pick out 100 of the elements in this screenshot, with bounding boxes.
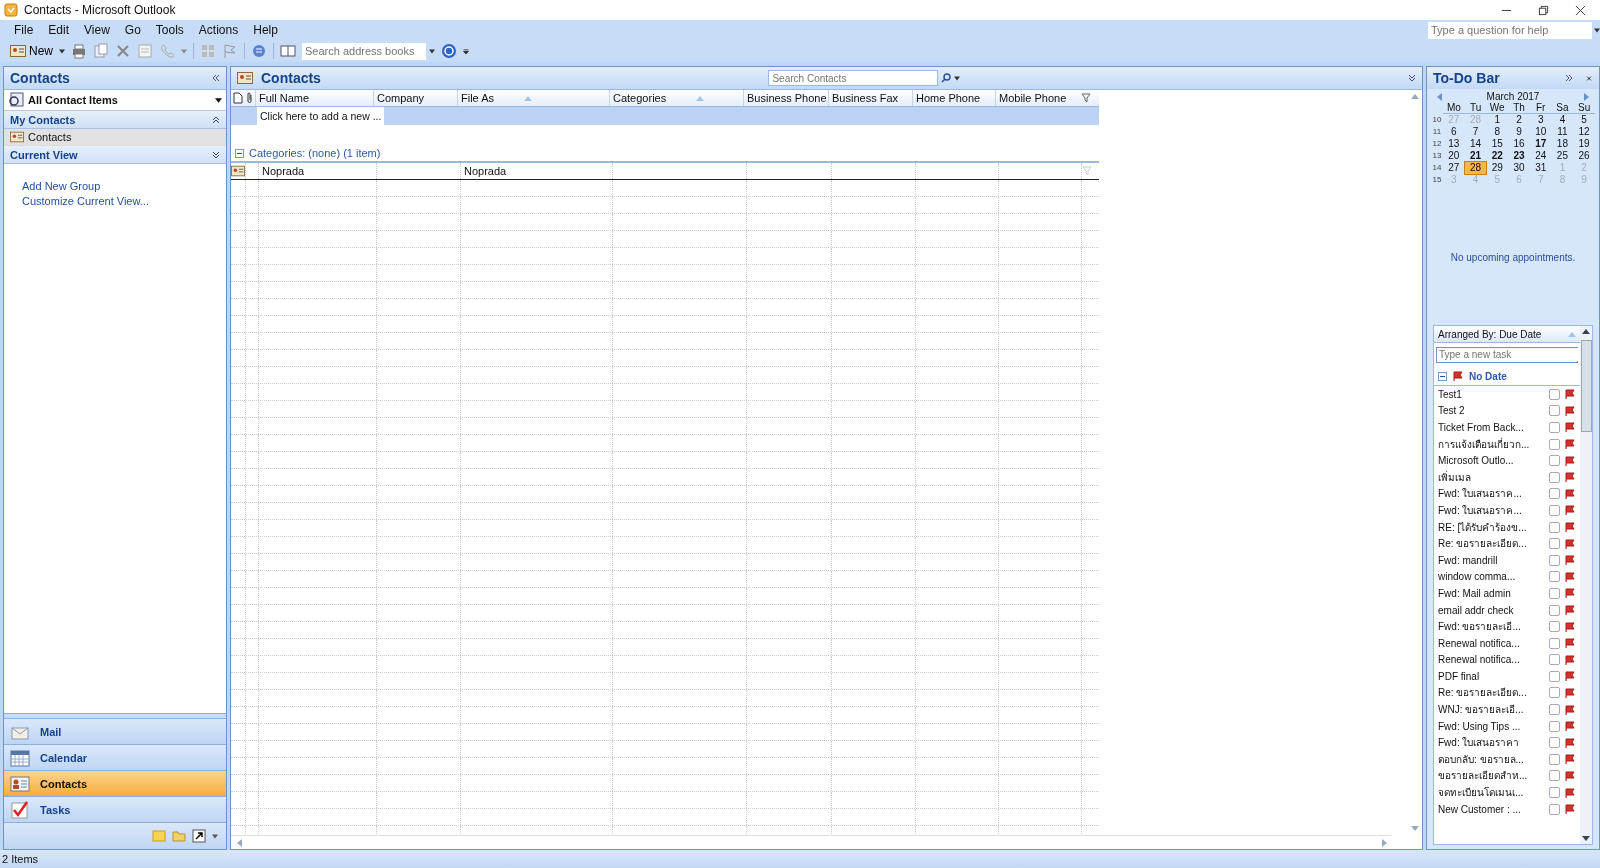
dropdown-arrow-icon[interactable] [215,97,222,103]
task-checkbox[interactable] [1549,455,1560,467]
task-title[interactable]: email addr check [1438,604,1545,616]
menu-item[interactable]: Go [124,23,141,37]
expand-pane-icon[interactable] [1565,75,1573,81]
scrollbar-thumb[interactable] [1580,340,1592,432]
folder-item[interactable]: Contacts [4,129,226,146]
column-header[interactable]: File As [457,90,609,106]
task-checkbox[interactable] [1549,554,1560,566]
previous-month-icon[interactable] [1437,92,1442,101]
next-month-icon[interactable] [1584,92,1589,101]
task-checkbox[interactable] [1549,488,1560,500]
arrange-by-header[interactable]: Arranged By: Due Date [1434,326,1580,343]
book-icon[interactable] [280,43,296,59]
task-checkbox[interactable] [1549,538,1560,550]
task-title[interactable]: New Customer : ... [1438,803,1545,815]
menu-item[interactable]: Tools [155,23,184,37]
help-search-field[interactable]: Type a question for help [1428,21,1592,39]
task-title[interactable]: Fwd: ใบเสนอราค... [1438,486,1545,502]
new-button[interactable]: New [10,43,53,59]
task-title[interactable]: Ticket From Back... [1438,422,1545,433]
address-search-field[interactable]: Search address books [302,42,426,60]
task-checkbox[interactable] [1549,438,1560,450]
task-checkbox[interactable] [1549,787,1560,799]
calendar-day[interactable]: 25 [1551,150,1574,162]
task-title[interactable]: Re: ขอรายละเอียด... [1438,536,1545,552]
calendar-day[interactable]: 31 [1529,162,1552,174]
calendar-day[interactable]: 19 [1573,138,1595,150]
task-checkbox[interactable] [1549,405,1560,417]
task-title[interactable]: Test1 [1438,388,1545,400]
task-checkbox[interactable] [1549,388,1560,400]
nav-button[interactable]: Calendar [4,744,226,770]
calendar-day[interactable]: 1 [1486,114,1509,126]
column-header[interactable]: Company [373,90,457,106]
scroll-up-icon[interactable] [1582,329,1590,334]
calendar-day[interactable]: 26 [1573,150,1595,162]
calendar-day[interactable]: 4 [1551,114,1574,126]
column-header[interactable]: Business Phone [743,90,828,106]
task-checkbox[interactable] [1549,720,1560,732]
calendar-day[interactable]: 10 [1529,126,1552,138]
new-contact-field[interactable]: Click here to add a new ... [257,107,385,125]
task-title[interactable]: Fwd: ใบเสนอราคา [1438,735,1545,751]
calendar-day[interactable]: 20 [1443,150,1465,162]
expand-icon[interactable] [212,150,220,159]
calendar-day[interactable]: 23 [1508,150,1530,162]
calendar-day[interactable]: 18 [1551,138,1574,150]
task-checkbox[interactable] [1549,803,1560,815]
calendar-day[interactable]: 11 [1551,126,1574,138]
search-contacts-field[interactable]: Search Contacts [768,70,939,86]
configure-buttons-icon[interactable] [212,833,218,839]
task-checkbox[interactable] [1549,654,1560,666]
shortcut-icon[interactable] [192,829,206,843]
delete-icon[interactable] [115,43,131,59]
task-checkbox[interactable] [1549,604,1560,616]
nav-button[interactable]: Tasks [4,796,226,822]
menu-item[interactable]: Actions [198,23,239,37]
group-header[interactable]: Categories: (none) (1 item) [249,147,381,159]
task-title[interactable]: ขอรายละเอียดสำห... [1438,768,1545,784]
print-icon[interactable] [71,43,87,59]
calendar-day[interactable]: 29 [1486,162,1509,174]
task-title[interactable]: window comma... [1438,571,1545,583]
calendar-day[interactable]: 21 [1464,150,1487,162]
task-checkbox[interactable] [1549,471,1560,483]
expand-icon[interactable] [1408,74,1416,82]
calendar-day[interactable]: 17 [1529,138,1552,150]
column-header[interactable]: Categories [609,90,743,106]
calendar-day[interactable]: 8 [1486,126,1509,138]
task-title[interactable]: Fwd: ใบเสนอราค... [1438,502,1545,518]
menu-item[interactable]: Help [253,23,278,37]
collapse-icon[interactable] [212,115,220,124]
column-header[interactable]: Full Name [255,90,373,106]
nav-button[interactable]: Mail [4,718,226,744]
dropdown-arrow-icon[interactable] [1594,27,1600,33]
view-link[interactable]: Customize Current View... [22,195,208,207]
dropdown-arrow-icon[interactable] [954,75,961,81]
restore-icon[interactable] [1538,4,1549,16]
dropdown-arrow-icon[interactable] [429,48,435,54]
column-header[interactable]: Mobile Phone [995,90,1078,106]
calendar-day[interactable]: 14 [1464,138,1487,150]
collapse-icon[interactable] [212,75,220,81]
menu-item[interactable]: View [84,23,110,37]
search-icon[interactable] [941,73,952,83]
calendar-day[interactable]: 2 [1508,114,1530,126]
filter-icon[interactable] [1078,93,1094,103]
task-checkbox[interactable] [1549,753,1560,765]
toolbar-options-icon[interactable] [463,48,469,54]
task-checkbox[interactable] [1549,737,1560,749]
collapse-group-icon[interactable] [1438,371,1447,381]
task-checkbox[interactable] [1549,770,1560,782]
task-title[interactable]: การแจ้งเตือนเกี่ยวก... [1438,436,1545,452]
calendar-day[interactable]: 15 [1486,138,1509,150]
task-title[interactable]: จดทะเบียนโดเมนเ... [1438,785,1545,801]
task-title[interactable]: Fwd: Using Tips ... [1438,720,1545,732]
view-link[interactable]: Add New Group [22,180,208,192]
collapse-group-icon[interactable] [235,148,244,158]
calendar-day[interactable]: 6 [1443,126,1465,138]
task-title[interactable]: Fwd: Mail admin [1438,587,1545,599]
calendar-day[interactable]: 30 [1508,162,1530,174]
task-title[interactable]: Test 2 [1438,405,1545,417]
task-checkbox[interactable] [1549,670,1560,682]
